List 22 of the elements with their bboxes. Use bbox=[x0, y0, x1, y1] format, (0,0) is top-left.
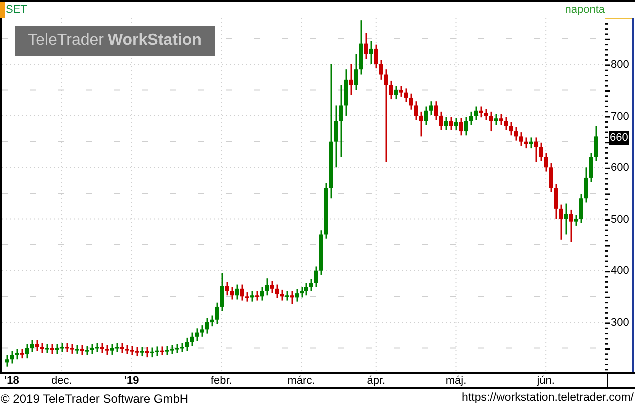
axis-label: 300 bbox=[611, 316, 630, 330]
current-price-label: 660 bbox=[609, 130, 630, 145]
axis-label: 600 bbox=[611, 162, 630, 176]
logo-text: WorkStation bbox=[108, 31, 202, 51]
axis-label: 500 bbox=[611, 214, 630, 227]
axis-label: 800 bbox=[611, 58, 630, 72]
axis-label: dec. bbox=[52, 374, 72, 388]
copyright-text: © 2019 TeleTrader Software GmbH bbox=[1, 390, 189, 408]
symbol-marker bbox=[0, 2, 5, 18]
interval-label: naponta bbox=[565, 3, 605, 18]
axis-label: '19 bbox=[124, 374, 140, 388]
axis-label: '18 bbox=[4, 374, 20, 388]
website-link[interactable]: https://workstation.teletrader.com/ bbox=[462, 390, 634, 408]
axis-label: márc. bbox=[288, 374, 316, 388]
logo-text: TeleTrader bbox=[28, 31, 104, 51]
axis-label: 400 bbox=[611, 265, 630, 278]
axis-label: 700 bbox=[611, 110, 630, 124]
symbol-label: SET bbox=[6, 3, 28, 18]
axis-label: febr. bbox=[210, 374, 232, 388]
axis-label: máj. bbox=[446, 374, 467, 388]
axis-label: jún. bbox=[537, 374, 555, 388]
axis-label: ápr. bbox=[367, 374, 386, 388]
